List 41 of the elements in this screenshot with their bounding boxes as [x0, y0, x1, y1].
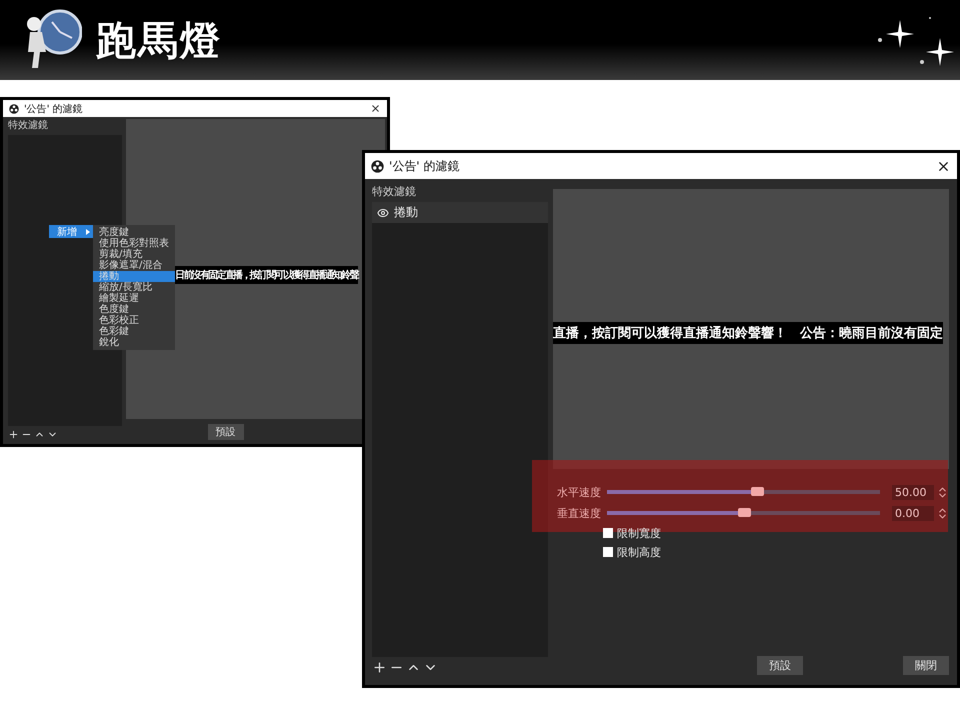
slider-track[interactable]: [607, 511, 880, 515]
slider-label: 垂直速度: [557, 506, 601, 520]
marquee-text: 日前沒有固定直播，按訂閱可以獲得直播通知鈴聲: [175, 266, 358, 284]
dialog-button[interactable]: 預設: [208, 424, 244, 440]
menu-item[interactable]: 繪製延遲: [93, 293, 175, 304]
menu-item[interactable]: 縮放/長寬比: [93, 282, 175, 293]
window-title: '公告' 的濾鏡: [389, 158, 460, 174]
close-icon[interactable]: [370, 103, 381, 114]
slide-title: 跑馬燈: [96, 16, 223, 66]
plus-icon[interactable]: [372, 660, 387, 675]
number-field[interactable]: 0.00: [892, 506, 934, 520]
menu-item[interactable]: 色彩校正: [93, 315, 175, 326]
checkbox[interactable]: [603, 528, 613, 538]
eye-icon[interactable]: [377, 206, 389, 219]
menu-item[interactable]: 銳化: [93, 337, 175, 348]
submenu-arrow-icon: [86, 228, 90, 234]
checkbox-label: 限制寬度: [617, 526, 661, 540]
filters-label: 特效濾鏡: [372, 185, 417, 200]
plus-icon[interactable]: [8, 429, 19, 440]
menu-item[interactable]: 影像遮罩/混合: [93, 260, 175, 271]
menu-item[interactable]: 亮度鍵: [93, 227, 175, 238]
window-title: '公告' 的濾鏡: [24, 102, 84, 116]
slider-thumb[interactable]: [751, 487, 764, 496]
slider-thumb[interactable]: [738, 508, 750, 517]
dialog-button[interactable]: 預設: [757, 656, 803, 675]
marquee-text: 直播，按訂閱可以獲得直播通知鈴聲響！ 公告：曉雨目前沒有固定: [553, 322, 943, 344]
app-logo-icon: [371, 160, 384, 172]
menu-item[interactable]: 色度鍵: [93, 304, 175, 315]
dialog-button[interactable]: 關閉: [903, 656, 949, 675]
checkbox[interactable]: [603, 547, 613, 557]
menu-item[interactable]: 色彩鍵: [93, 326, 175, 337]
filter-item[interactable]: 捲動: [372, 202, 548, 224]
slider-track[interactable]: [607, 490, 880, 494]
number-field[interactable]: 50.00: [892, 484, 934, 500]
menu-item[interactable]: 使用色彩對照表: [93, 238, 175, 249]
filters-label: 特效濾鏡: [8, 119, 49, 132]
menu-item[interactable]: 新增: [49, 225, 93, 238]
menu-item[interactable]: 剪裁/填充: [93, 249, 175, 260]
app-logo-icon: [9, 104, 19, 114]
checkbox-label: 限制高度: [617, 544, 661, 560]
slider-label: 水平速度: [557, 484, 601, 500]
